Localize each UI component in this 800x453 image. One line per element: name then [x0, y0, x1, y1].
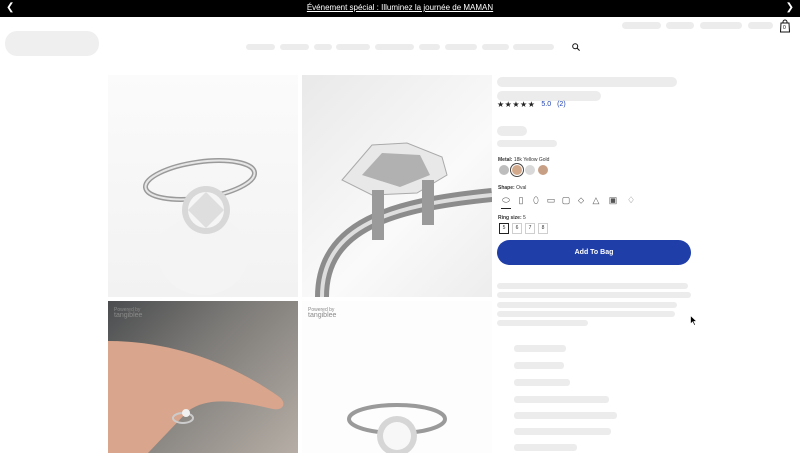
shape-asscher-icon[interactable]: ▣ [607, 194, 619, 206]
nav-item[interactable] [482, 44, 509, 50]
nav-item[interactable] [336, 44, 370, 50]
product-image-closeup[interactable] [302, 75, 492, 297]
nav-item[interactable] [375, 44, 414, 50]
ring-size-option-7[interactable]: 7 [525, 223, 535, 234]
product-image-side-view[interactable] [108, 75, 298, 297]
details-line [514, 396, 609, 403]
announcement-bar: ❮ Événement spécial : Illuminez la journ… [0, 0, 800, 17]
details-line [514, 444, 577, 451]
utility-link[interactable] [748, 22, 773, 29]
shape-emerald-icon[interactable]: ▯ [515, 194, 527, 206]
product-title-placeholder [497, 77, 677, 87]
star-rating-icon: ★★★★★ [497, 100, 536, 109]
shape-trillion-icon[interactable]: △ [590, 194, 602, 206]
cart-count-badge: 0 [783, 25, 786, 31]
shape-heart-icon[interactable]: ♢ [625, 194, 637, 206]
nav-item[interactable] [314, 44, 332, 50]
description-line [497, 320, 588, 326]
utility-link[interactable] [666, 22, 694, 29]
next-arrow-icon[interactable]: ❯ [786, 1, 794, 15]
details-line [514, 428, 611, 435]
review-count-link[interactable]: (2) [557, 101, 566, 108]
metal-label: Metal: 18k Yellow Gold [498, 157, 550, 163]
product-image-on-hand[interactable]: Powered by tangiblee [108, 301, 298, 453]
description-line [497, 283, 688, 289]
shape-oval-icon[interactable]: ⬭ [500, 194, 512, 209]
mouse-cursor-icon [690, 315, 698, 326]
utility-link[interactable] [700, 22, 742, 29]
search-icon[interactable] [572, 43, 580, 51]
description-line [497, 311, 675, 317]
shape-value: Oval [516, 185, 527, 191]
ring-size-value: 5 [523, 215, 526, 221]
product-rating[interactable]: ★★★★★ 5.0 (2) [497, 100, 566, 109]
logo-placeholder[interactable] [5, 31, 99, 56]
description-line [497, 302, 677, 308]
details-line [514, 362, 564, 369]
ring-size-option-8[interactable]: 8 [538, 223, 548, 234]
shape-marquise-icon[interactable]: ⬦ [575, 194, 587, 206]
ring-size-label: Ring size: 5 [498, 215, 526, 221]
details-line [514, 345, 566, 352]
description-line [497, 292, 691, 298]
nav-item[interactable] [280, 44, 309, 50]
nav-item[interactable] [513, 44, 554, 50]
ring-size-option-6[interactable]: 6 [512, 223, 522, 234]
announcement-link[interactable]: Événement spécial : Illuminez la journée… [0, 3, 800, 12]
metal-swatch-yellow-gold[interactable] [512, 165, 522, 175]
shape-radiant-icon[interactable]: ▭ [545, 194, 557, 206]
product-image-front-view[interactable]: Powered by tangiblee [302, 301, 492, 453]
nav-item[interactable] [246, 44, 275, 50]
shape-cushion-icon[interactable]: ▢ [560, 194, 572, 206]
utility-link[interactable] [622, 22, 661, 29]
ring-size-option-5[interactable]: 5 [499, 223, 509, 234]
details-line [514, 379, 570, 386]
nav-item[interactable] [419, 44, 440, 50]
add-to-bag-button[interactable]: Add To Bag [497, 240, 691, 265]
metal-swatch-white-gold[interactable] [499, 165, 509, 175]
metal-swatch-rose-gold[interactable] [538, 165, 548, 175]
price-placeholder [497, 126, 527, 136]
nav-item[interactable] [445, 44, 477, 50]
price-note-placeholder [497, 140, 557, 147]
shape-pear-icon[interactable]: ⬯ [530, 194, 542, 206]
shape-label: Shape: Oval [498, 185, 527, 191]
details-line [514, 412, 617, 419]
metal-swatch-platinum[interactable] [525, 165, 535, 175]
metal-value: 18k Yellow Gold [513, 157, 550, 163]
rating-score: 5.0 [541, 101, 552, 108]
